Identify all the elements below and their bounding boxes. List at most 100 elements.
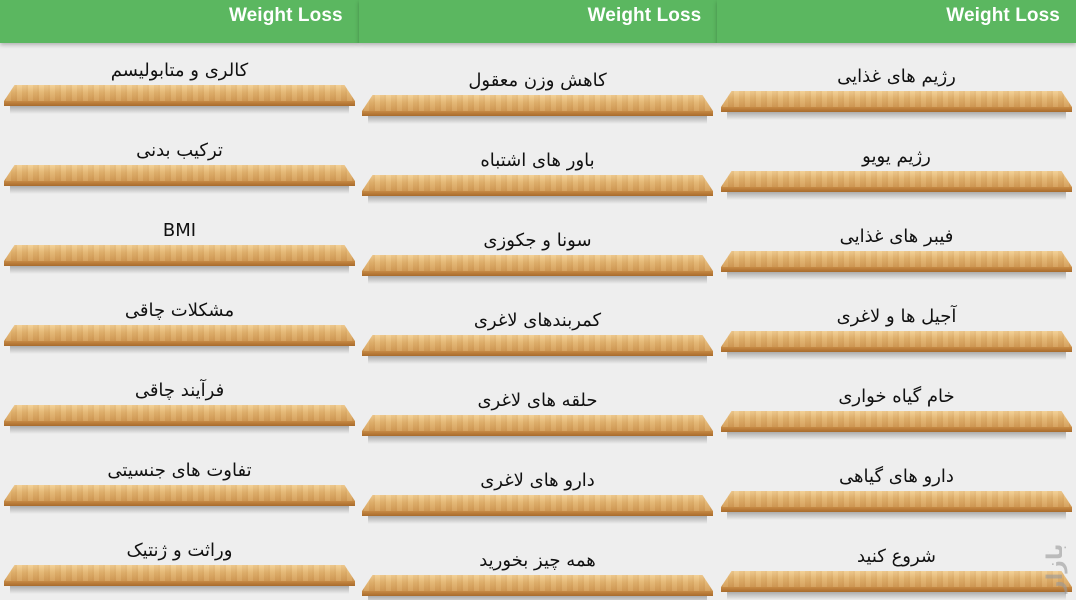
shelf-shadow-part xyxy=(368,516,707,524)
shelf-shadow-part xyxy=(10,506,349,514)
shelf-shadow-part xyxy=(727,192,1066,200)
shelf-item-right-2[interactable]: رژیم یویو xyxy=(717,137,1076,200)
shelf-item-right-3[interactable]: فیبر های غذایی xyxy=(717,217,1076,280)
shelf-column-right: رژیم های غذایی رژیم یویو فیبر های غذایی آجی… xyxy=(717,43,1076,600)
shelf-grain-part xyxy=(4,245,355,261)
wooden-shelf xyxy=(362,495,713,524)
shelf-shadow-part xyxy=(368,116,707,124)
shelf-item-label: خام گیاه خواری xyxy=(838,386,955,407)
shelf-item-middle-4[interactable]: کمربندهای لاغری xyxy=(358,297,717,364)
shelf-grain-part xyxy=(721,491,1072,507)
wooden-shelf xyxy=(4,325,355,354)
shelf-item-middle-7[interactable]: همه چیز بخورید xyxy=(358,537,717,600)
shelf-item-middle-3[interactable]: سونا و جکوزی xyxy=(358,217,717,284)
shelf-shadow-part xyxy=(10,426,349,434)
shelf-grain-part xyxy=(721,91,1072,107)
shelf-item-label: سونا و جکوزی xyxy=(483,230,592,251)
wooden-shelf xyxy=(362,415,713,444)
shelf-item-left-4[interactable]: مشکلات چاقی xyxy=(0,297,359,359)
shelf-item-label: فیبر های غذایی xyxy=(839,226,954,247)
wooden-shelf xyxy=(721,491,1072,520)
shelf-item-middle-6[interactable]: دارو های لاغری xyxy=(358,457,717,524)
shelf-grain-part xyxy=(721,331,1072,347)
wooden-shelf xyxy=(721,251,1072,280)
wooden-shelf xyxy=(721,411,1072,440)
shelf-shadow-part xyxy=(727,432,1066,440)
app-screen: Weight Loss Weight Loss Weight Loss کالر… xyxy=(0,0,1076,600)
toolbar-title: Weight Loss xyxy=(228,5,343,26)
wooden-shelf xyxy=(721,331,1072,360)
wooden-shelf xyxy=(362,575,713,600)
wooden-shelf xyxy=(362,175,713,204)
wooden-shelf xyxy=(362,335,713,364)
toolbar-title: Weight Loss xyxy=(587,5,702,26)
shelf-grain-part xyxy=(4,405,355,421)
wooden-shelf xyxy=(4,485,355,514)
shelf-item-label: دارو های لاغری xyxy=(480,470,595,491)
shelf-shadow-part xyxy=(10,106,349,114)
shelf-item-left-1[interactable]: کالری و متابولیسم xyxy=(0,57,359,119)
shelf-shadow-part xyxy=(368,276,707,284)
shelf-grain-part xyxy=(362,335,713,351)
shelf-item-right-6[interactable]: دارو های گیاهی xyxy=(717,457,1076,520)
shelf-item-label: وراثت و ژنتیک xyxy=(126,540,233,561)
shelf-grain-part xyxy=(362,175,713,191)
shelf-shadow-part xyxy=(368,436,707,444)
shelf-item-right-1[interactable]: رژیم های غذایی xyxy=(717,57,1076,120)
shelf-item-label: فرآیند چاقی xyxy=(134,380,225,401)
shelf-item-label: کمربندهای لاغری xyxy=(473,310,602,331)
wooden-shelf xyxy=(362,95,713,124)
wooden-shelf xyxy=(4,565,355,594)
shelf-shadow-part xyxy=(727,352,1066,360)
shelf-item-left-3[interactable]: BMI xyxy=(0,217,359,279)
shelf-grain-part xyxy=(721,571,1072,587)
shelf-item-label: مشکلات چاقی xyxy=(124,300,235,321)
shelf-grain-part xyxy=(721,171,1072,187)
toolbar-segment-right: Weight Loss xyxy=(717,0,1076,43)
shelf-grain-part xyxy=(721,251,1072,267)
shelf-item-right-7[interactable]: شروع کنید xyxy=(717,537,1076,600)
shelf-item-label: تفاوت های جنسیتی xyxy=(107,460,252,481)
shelf-grain-part xyxy=(362,575,713,591)
shelf-item-left-6[interactable]: تفاوت های جنسیتی xyxy=(0,457,359,519)
shelf-shadow-part xyxy=(368,356,707,364)
shelf-grain-part xyxy=(362,415,713,431)
shelf-item-left-5[interactable]: فرآیند چاقی xyxy=(0,377,359,439)
shelf-item-label: رژیم های غذایی xyxy=(837,66,956,87)
wooden-shelf xyxy=(721,571,1072,600)
shelf-item-middle-2[interactable]: باور های اشتباه xyxy=(358,137,717,204)
shelf-shadow-part xyxy=(727,112,1066,120)
shelf-item-left-2[interactable]: ترکیب بدنی xyxy=(0,137,359,199)
wooden-shelf xyxy=(362,255,713,284)
shelf-item-label: دارو های گیاهی xyxy=(839,466,954,487)
shelf-shadow-part xyxy=(368,196,707,204)
shelf-item-label: حلقه های لاغری xyxy=(477,390,598,411)
shelf-shadow-part xyxy=(727,512,1066,520)
shelf-item-label: رژیم یویو xyxy=(862,146,931,167)
wooden-shelf xyxy=(4,165,355,194)
wooden-shelf xyxy=(4,405,355,434)
shelf-item-middle-5[interactable]: حلقه های لاغری xyxy=(358,377,717,444)
store-watermark: بازار xyxy=(1043,543,1068,593)
shelf-grain-part xyxy=(4,485,355,501)
shelf-shadow-part xyxy=(10,346,349,354)
shelf-grain-part xyxy=(4,165,355,181)
shelf-shadow-part xyxy=(10,186,349,194)
shelf-item-right-5[interactable]: خام گیاه خواری xyxy=(717,377,1076,440)
toolbar-segment-middle: Weight Loss xyxy=(358,0,718,43)
shelf-shadow-part xyxy=(10,586,349,594)
shelf-grain-part xyxy=(4,565,355,581)
shelf-item-label: کالری و متابولیسم xyxy=(110,60,249,81)
shelf-item-label: باور های اشتباه xyxy=(480,150,595,171)
toolbar-segment-left: Weight Loss xyxy=(0,0,359,43)
shelf-item-middle-1[interactable]: کاهش وزن معقول xyxy=(358,57,717,124)
toolbar-title: Weight Loss xyxy=(946,5,1060,26)
shelf-shadow-part xyxy=(727,592,1066,600)
shelf-shadow-part xyxy=(727,272,1066,280)
shelf-item-label: شروع کنید xyxy=(856,546,937,567)
shelf-grain-part xyxy=(4,325,355,341)
app-toolbar: Weight Loss Weight Loss Weight Loss xyxy=(0,0,1076,43)
shelf-grain-part xyxy=(4,85,355,101)
shelf-item-right-4[interactable]: آجیل ها و لاغری xyxy=(717,297,1076,360)
shelf-item-left-7[interactable]: وراثت و ژنتیک xyxy=(0,537,359,599)
